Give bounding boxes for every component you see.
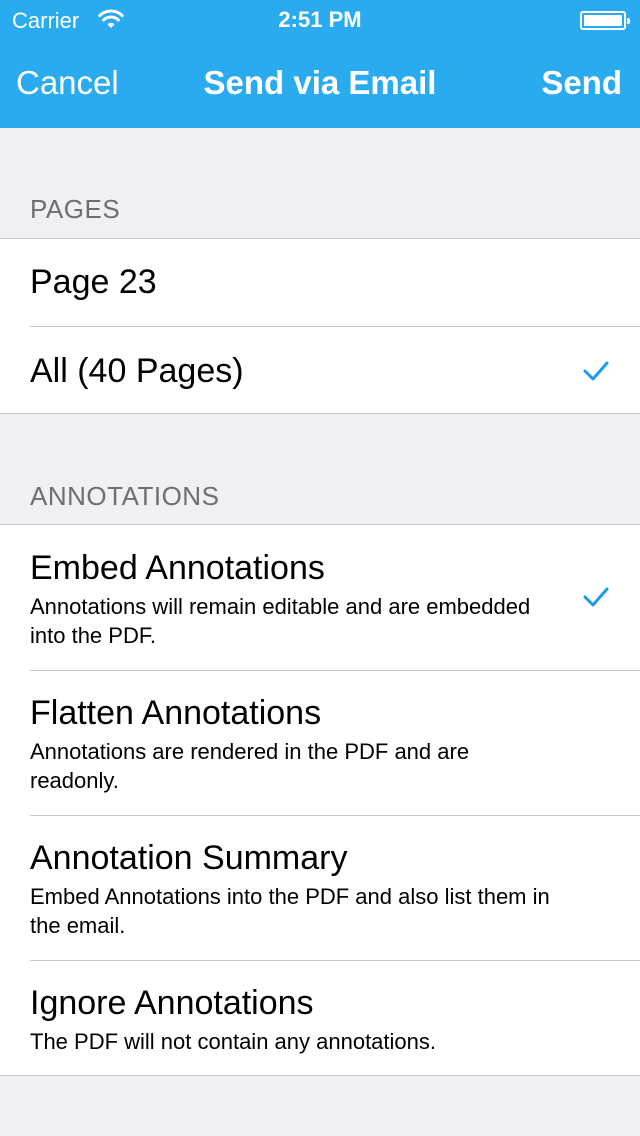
option-embed-annotations[interactable]: Embed Annotations Annotations will remai… xyxy=(0,525,640,670)
section-header-annotations: ANNOTATIONS xyxy=(30,481,220,511)
navigation-header: Carrier 2:51 PM Cancel Send via Email Se… xyxy=(0,0,640,128)
option-label: Page 23 xyxy=(30,263,157,301)
pages-group: Page 23 All (40 Pages) xyxy=(0,238,640,414)
option-label: Flatten Annotations xyxy=(30,694,322,732)
send-button[interactable]: Send xyxy=(541,64,622,102)
option-all-pages[interactable]: All (40 Pages) xyxy=(0,326,640,413)
option-ignore-annotations[interactable]: Ignore Annotations The PDF will not cont… xyxy=(0,960,640,1075)
checkmark-icon xyxy=(583,361,609,381)
status-time: 2:51 PM xyxy=(278,7,362,32)
option-description: The PDF will not contain any annotations… xyxy=(30,1029,437,1054)
option-page-23[interactable]: Page 23 xyxy=(0,239,640,326)
section-header-pages: PAGES xyxy=(30,194,121,224)
option-description: Embed Annotations into the PDF and also … xyxy=(30,884,550,938)
option-label: Embed Annotations xyxy=(30,549,325,587)
option-description: Annotations are rendered in the PDF and … xyxy=(30,739,470,793)
option-flatten-annotations[interactable]: Flatten Annotations Annotations are rend… xyxy=(0,670,640,815)
checkmark-icon xyxy=(583,587,609,607)
option-label: Ignore Annotations xyxy=(30,984,314,1022)
battery-icon xyxy=(580,11,630,30)
option-label: Annotation Summary xyxy=(30,839,348,877)
option-label: All (40 Pages) xyxy=(30,352,244,390)
option-annotation-summary[interactable]: Annotation Summary Embed Annotations int… xyxy=(0,815,640,960)
nav-bar: Cancel Send via Email Send xyxy=(0,40,640,128)
status-bar: Carrier 2:51 PM xyxy=(0,0,640,40)
annotations-group: Embed Annotations Annotations will remai… xyxy=(0,524,640,1076)
option-description: Annotations will remain editable and are… xyxy=(30,594,531,648)
